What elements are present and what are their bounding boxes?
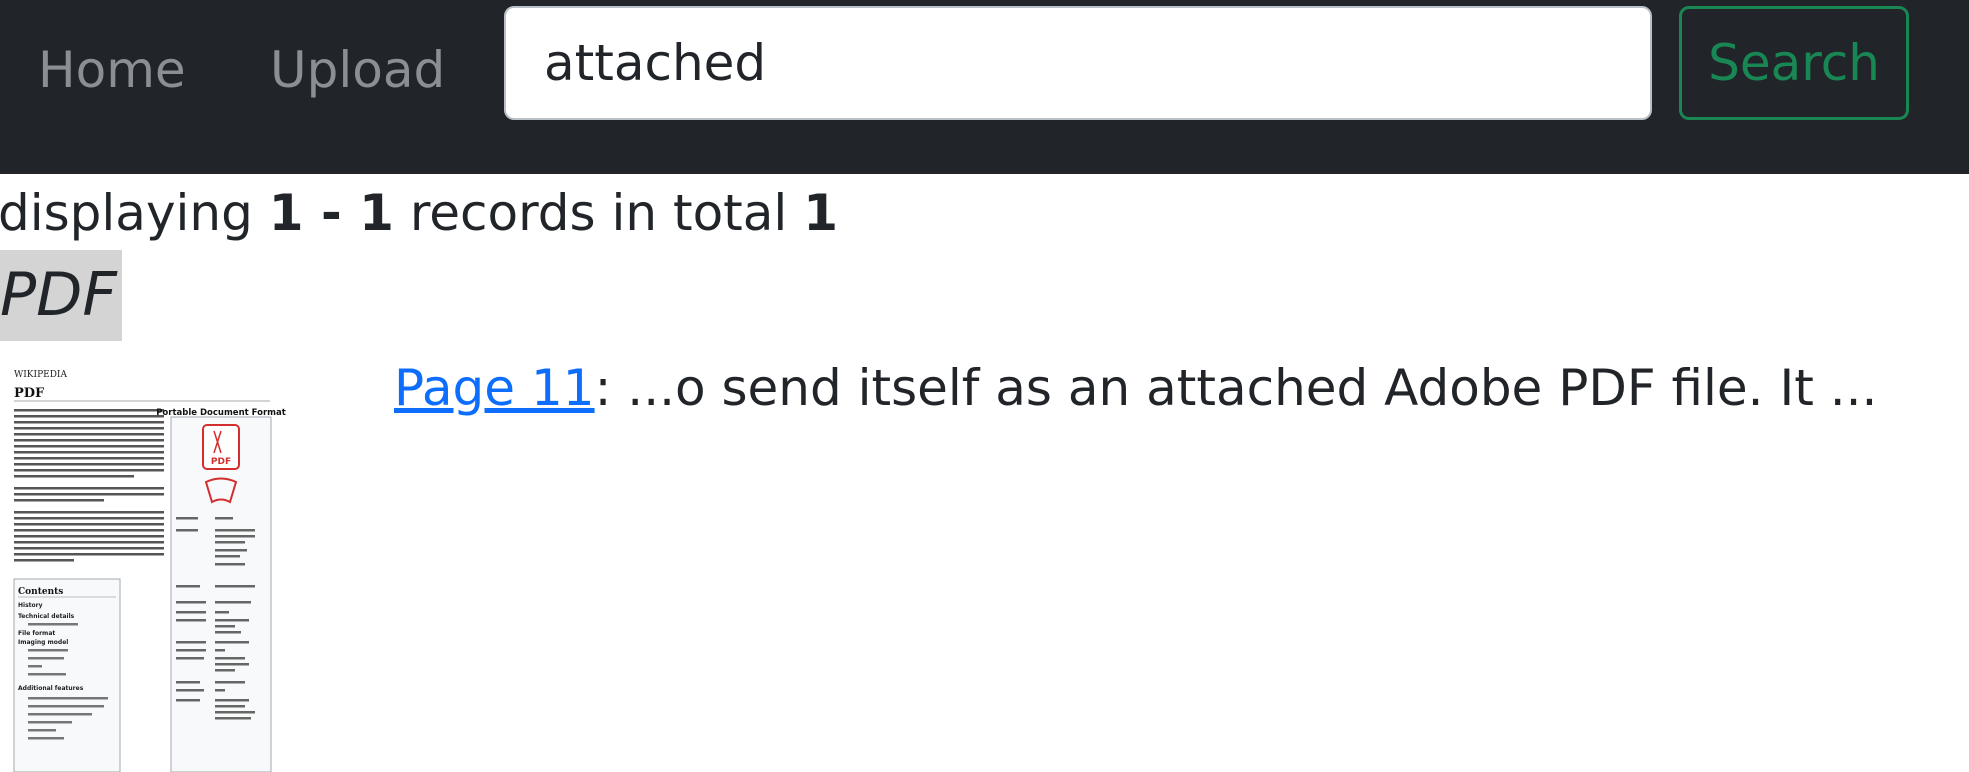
thumb-contents-item: Technical details [18,613,75,620]
thumb-icon-text: PDF [211,457,231,467]
range-end: 1 [359,184,394,242]
thumb-site-name: WIKIPEDIA [14,370,67,380]
document-thumbnail[interactable]: WIKIPEDIA PDF Portable Document Format P… [0,357,290,772]
thumb-contents-item: File format [18,630,55,637]
results-summary: displaying 1 - 1 records in total 1 [0,184,838,242]
search-input[interactable] [504,6,1652,120]
thumb-contents-item: History [18,602,43,609]
search-button[interactable]: Search [1679,6,1909,120]
top-navbar: Home Upload Search [0,0,1969,174]
thumb-infobox-title: Portable Document Format [156,408,286,418]
thumb-contents-title: Contents [18,587,63,597]
thumbnail-page-graphic: WIKIPEDIA PDF Portable Document Format P… [0,357,290,772]
result-snippet: : ...o send itself as an attached Adobe … [594,359,1878,417]
thumb-contents-item: Additional features [18,685,84,692]
total-count: 1 [803,184,838,242]
search-result: Page 11: ...o send itself as an attached… [394,355,1877,421]
result-page-link[interactable]: Page 11 [394,359,595,417]
document-title: PDF [0,250,122,341]
thumb-contents-item: Imaging model [18,639,68,646]
thumb-heading: PDF [14,386,45,401]
nav-home-link[interactable]: Home [38,40,186,100]
range-separator: - [303,184,360,242]
nav-upload-link[interactable]: Upload [270,40,445,100]
range-start: 1 [268,184,304,242]
pdf-file-icon: PDF [202,424,240,470]
